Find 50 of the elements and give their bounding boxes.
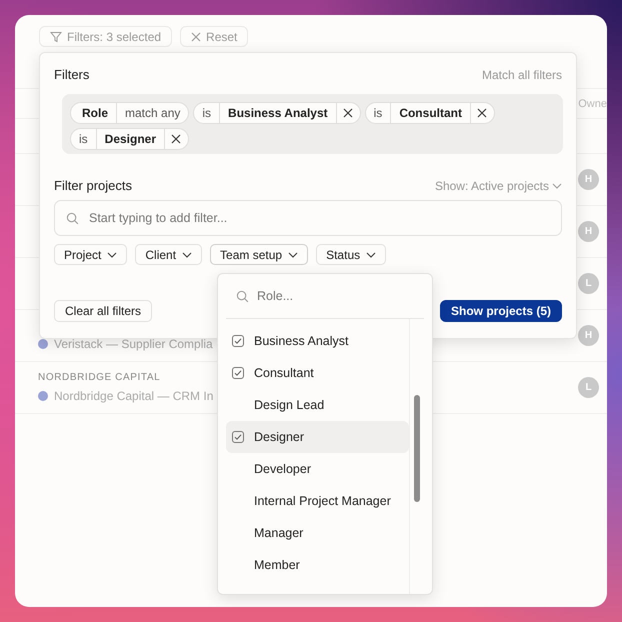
panel-title: Filters	[54, 67, 90, 82]
role-option[interactable]: Manager	[226, 517, 409, 549]
filter-dropdown[interactable]: Client	[135, 244, 202, 265]
option-label: Developer	[254, 462, 311, 476]
option-label: Member	[254, 558, 300, 572]
group-label: NORDBRIDGE CAPITAL	[38, 372, 160, 383]
project-name: Veristack — Supplier Complia	[54, 336, 213, 350]
search-icon	[66, 212, 79, 225]
show-projects-button[interactable]: Show projects (5)	[440, 300, 562, 322]
scrollbar-thumb[interactable]	[414, 395, 420, 502]
role-option[interactable]: Developer	[226, 453, 409, 485]
option-label: Manager	[254, 526, 304, 540]
option-label: Design Lead	[254, 398, 324, 412]
section-title: Filter projects	[54, 178, 132, 193]
clear-filters-button[interactable]: Clear all filters	[54, 300, 152, 322]
column-header: Owne	[578, 98, 607, 110]
chevron-down-icon	[366, 252, 376, 258]
remove-icon[interactable]	[342, 108, 353, 118]
option-label: Internal Project Manager	[254, 494, 391, 508]
chevron-down-icon	[552, 182, 562, 188]
option-label: Designer	[254, 430, 304, 444]
role-option[interactable]: Designer	[226, 421, 409, 453]
checkbox-checked-icon[interactable]	[232, 367, 244, 379]
field-chip[interactable]: Role match any	[70, 102, 190, 124]
role-search-field[interactable]: Role...	[257, 289, 377, 303]
role-option[interactable]: Consultant	[226, 357, 409, 389]
filter-dropdown[interactable]: Team setup	[210, 244, 308, 265]
value-chip[interactable]: is Consultant	[364, 102, 495, 124]
close-icon	[191, 32, 202, 42]
option-label: Business Analyst	[254, 334, 348, 348]
search-icon	[236, 290, 249, 302]
checkbox-checked-icon[interactable]	[232, 335, 244, 347]
checkbox-checked-icon[interactable]	[232, 431, 244, 443]
funnel-icon	[50, 30, 62, 42]
value-chip[interactable]: is Designer	[70, 128, 190, 150]
role-option[interactable]: Internal Project Manager	[226, 485, 409, 517]
remove-icon[interactable]	[171, 134, 182, 144]
chevron-down-icon	[182, 252, 192, 258]
chevron-down-icon	[107, 252, 118, 258]
role-option[interactable]: Design Lead	[226, 389, 409, 421]
filter-dropdown[interactable]: Project	[54, 244, 128, 265]
option-label: Consultant	[254, 366, 314, 380]
chevron-down-icon	[288, 252, 298, 258]
value-chip[interactable]: is Business Analyst	[193, 102, 361, 124]
filter-dropdown[interactable]: Status	[316, 244, 386, 265]
project-name: Nordbridge Capital — CRM In	[54, 389, 214, 403]
search-field[interactable]: Start typing to add filter...	[54, 200, 562, 236]
remove-icon[interactable]	[476, 108, 487, 118]
role-option[interactable]: Business Analyst	[226, 325, 409, 357]
role-option[interactable]: Member	[226, 549, 409, 581]
